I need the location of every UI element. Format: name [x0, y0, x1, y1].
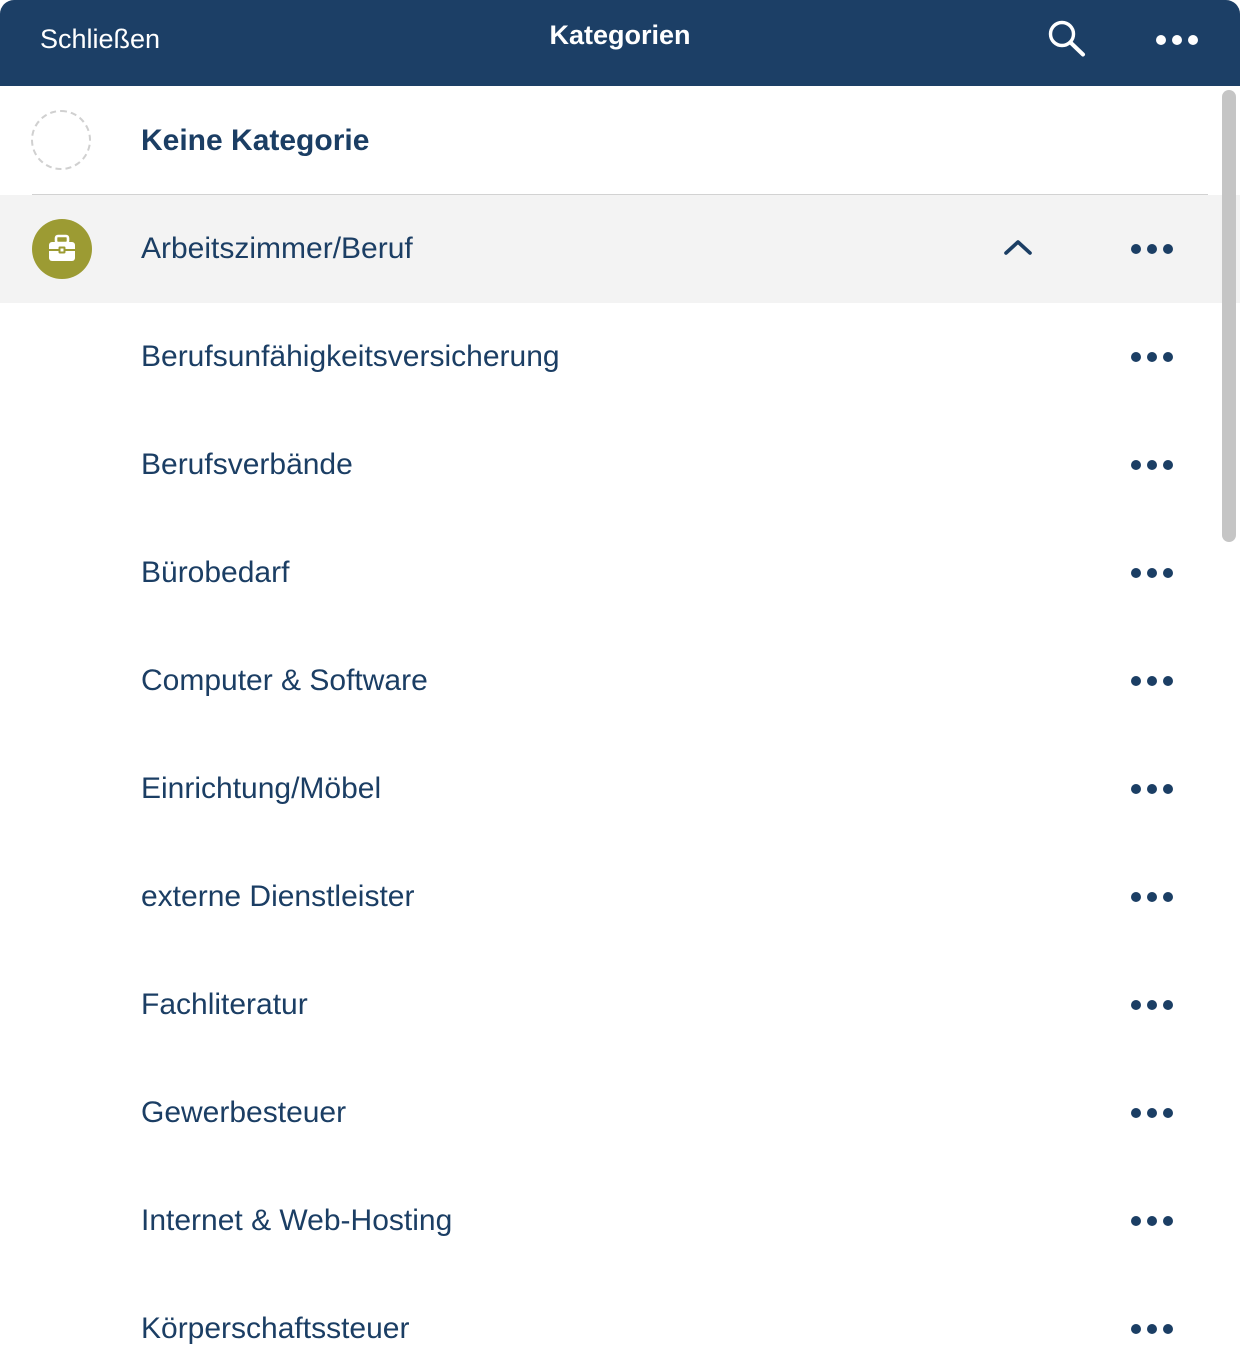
subcategory-label: Internet & Web-Hosting — [141, 1204, 453, 1237]
subcategory-more-button[interactable] — [1130, 779, 1174, 799]
category-list: Keine Kategorie Arbeitszimmer/Beruf Beru… — [0, 86, 1240, 1360]
ellipsis-icon — [1156, 35, 1198, 45]
subcategory-more-button[interactable] — [1130, 455, 1174, 475]
subcategory-more-button[interactable] — [1130, 347, 1174, 367]
subcategory-label: Berufsunfähigkeitsversicherung — [141, 340, 560, 373]
search-icon — [1048, 20, 1085, 57]
subcategory-row[interactable]: Computer & Software — [0, 627, 1240, 735]
subcategory-label: Berufsverbände — [141, 448, 353, 481]
subcategory-row[interactable]: Berufsverbände — [0, 411, 1240, 519]
briefcase-icon — [32, 219, 92, 279]
subcategory-row[interactable]: Bürobedarf — [0, 519, 1240, 627]
subcategory-label: Computer & Software — [141, 664, 428, 697]
header-bar: Schließen Kategorien — [0, 0, 1240, 86]
subcategory-row[interactable]: externe Dienstleister — [0, 843, 1240, 951]
ellipsis-icon — [1131, 1108, 1173, 1118]
subcategory-row[interactable]: Körperschaftssteuer — [0, 1275, 1240, 1360]
ellipsis-icon — [1131, 892, 1173, 902]
subcategory-row[interactable]: Berufsunfähigkeitsversicherung — [0, 303, 1240, 411]
subcategory-label: externe Dienstleister — [141, 880, 415, 913]
ellipsis-icon — [1131, 568, 1173, 578]
subcategory-more-button[interactable] — [1130, 671, 1174, 691]
search-button[interactable] — [1046, 18, 1090, 58]
subcategory-label: Bürobedarf — [141, 556, 290, 589]
ellipsis-icon — [1131, 1324, 1173, 1334]
subcategory-label: Gewerbesteuer — [141, 1096, 347, 1129]
subcategory-more-button[interactable] — [1130, 1319, 1174, 1339]
parent-more-button[interactable] — [1130, 239, 1174, 259]
categories-window: Schließen Kategorien Keine Kategorie Arb… — [0, 0, 1240, 1360]
collapse-button[interactable] — [1002, 235, 1034, 259]
subcategory-more-button[interactable] — [1130, 1103, 1174, 1123]
empty-circle-icon — [31, 110, 91, 170]
parent-category-label: Arbeitszimmer/Beruf — [141, 232, 413, 265]
ellipsis-icon — [1131, 244, 1173, 254]
ellipsis-icon — [1131, 676, 1173, 686]
ellipsis-icon — [1131, 460, 1173, 470]
no-category-row[interactable]: Keine Kategorie — [0, 86, 1240, 194]
chevron-up-icon — [1004, 240, 1032, 255]
ellipsis-icon — [1131, 1000, 1173, 1010]
subcategory-more-button[interactable] — [1130, 887, 1174, 907]
subcategory-row[interactable]: Gewerbesteuer — [0, 1059, 1240, 1167]
subcategory-label: Körperschaftssteuer — [141, 1312, 410, 1345]
ellipsis-icon — [1131, 784, 1173, 794]
subcategory-row[interactable]: Einrichtung/Möbel — [0, 735, 1240, 843]
subcategory-row[interactable]: Internet & Web-Hosting — [0, 1167, 1240, 1275]
ellipsis-icon — [1131, 1216, 1173, 1226]
subcategory-more-button[interactable] — [1130, 563, 1174, 583]
subcategory-label: Fachliteratur — [141, 988, 308, 1021]
ellipsis-icon — [1131, 352, 1173, 362]
subcategory-more-button[interactable] — [1130, 995, 1174, 1015]
subcategory-row[interactable]: Fachliteratur — [0, 951, 1240, 1059]
header-more-button[interactable] — [1152, 26, 1202, 54]
no-category-label: Keine Kategorie — [141, 124, 370, 157]
subcategory-label: Einrichtung/Möbel — [141, 772, 382, 805]
category-row-parent[interactable]: Arbeitszimmer/Beruf — [0, 195, 1240, 303]
subcategory-more-button[interactable] — [1130, 1211, 1174, 1231]
vertical-scrollbar[interactable] — [1222, 90, 1236, 542]
